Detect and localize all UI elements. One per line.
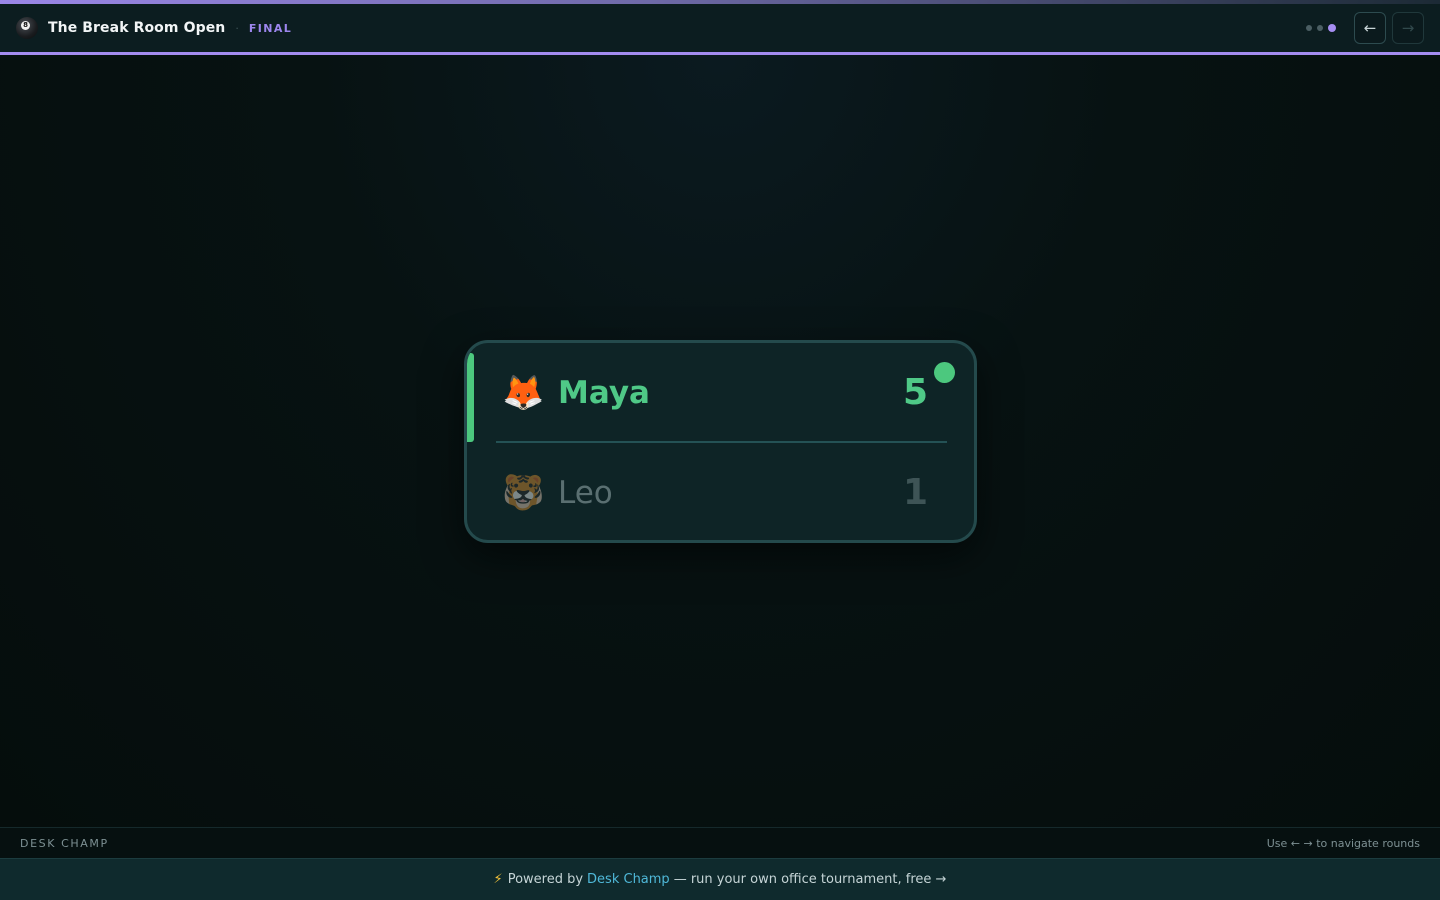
- player-avatar: 🐯: [502, 473, 545, 513]
- title-separator: ·: [235, 21, 239, 35]
- desk-champ-link[interactable]: Desk Champ: [587, 872, 670, 887]
- player-row-loser: 🐯 Leo 1: [467, 443, 974, 540]
- round-dot[interactable]: [1306, 25, 1312, 31]
- keyboard-hint: Use ← → to navigate rounds: [1266, 837, 1420, 850]
- brand: 8 The Break Room Open · FINAL: [16, 14, 292, 42]
- promo-prefix: Powered by: [507, 872, 584, 887]
- player-row-winner: 🦊 Maya 5: [467, 343, 974, 443]
- next-round-button[interactable]: →: [1392, 12, 1424, 44]
- lightning-icon: ⚡: [493, 872, 503, 887]
- player-score: 1: [902, 472, 928, 513]
- top-header: 8 The Break Room Open · FINAL ← →: [0, 0, 1440, 55]
- round-progress-dots: [1301, 24, 1336, 32]
- player-avatar: 🦊: [502, 373, 545, 413]
- match-card[interactable]: 🦊 Maya 5 🐯 Leo 1: [464, 340, 977, 543]
- 8-ball-icon: 8: [16, 17, 38, 39]
- player-score: 5: [902, 372, 928, 413]
- promo-banner: ⚡ Powered by Desk Champ — run your own o…: [0, 858, 1440, 900]
- arrow-left-icon: ←: [1363, 19, 1377, 37]
- footer-bar: DESK CHAMP Use ← → to navigate rounds: [0, 827, 1440, 858]
- round-navigation: ← →: [1301, 12, 1424, 44]
- player-name: Maya: [558, 375, 650, 411]
- footer-brand: DESK CHAMP: [20, 837, 109, 850]
- bracket-view: 🦊 Maya 5 🐯 Leo 1: [0, 55, 1440, 827]
- promo-suffix[interactable]: — run your own office tournament, free →: [674, 872, 947, 887]
- round-dot[interactable]: [1317, 25, 1323, 31]
- arrow-right-icon: →: [1401, 19, 1415, 37]
- tournament-title: The Break Room Open: [48, 20, 226, 36]
- round-dot-active[interactable]: [1328, 24, 1336, 32]
- player-name: Leo: [558, 475, 613, 511]
- winner-indicator-dot: [934, 362, 955, 383]
- previous-round-button[interactable]: ←: [1354, 12, 1386, 44]
- round-label: FINAL: [248, 21, 293, 35]
- 8-ball-number: 8: [21, 21, 30, 30]
